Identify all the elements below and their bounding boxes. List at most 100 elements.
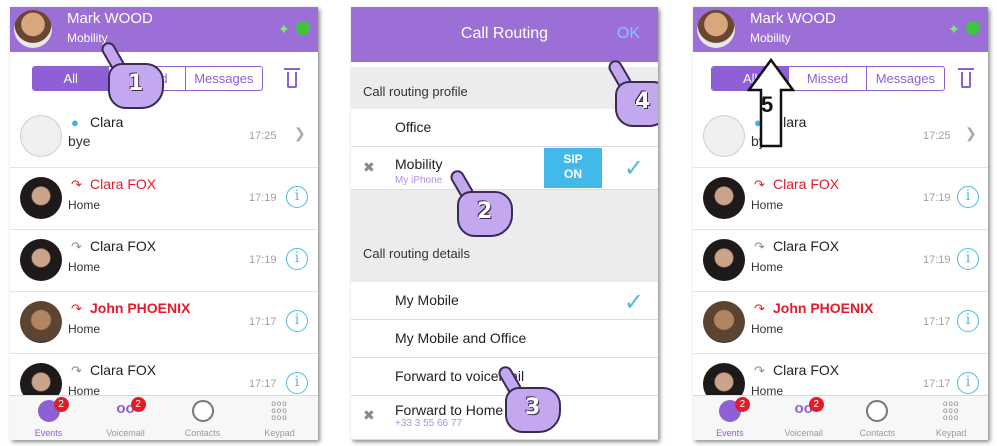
tabbar-voicemail[interactable]: oo 2 Voicemail <box>87 396 164 440</box>
routing-profile-label[interactable]: Mobility <box>750 31 791 45</box>
missed-call-icon: ↷ <box>71 301 82 316</box>
voicemail-badge: 2 <box>808 397 824 412</box>
tabbar-contacts[interactable]: Contacts <box>164 396 241 440</box>
step-5-arrow: 5 <box>747 58 795 148</box>
info-icon[interactable]: i <box>957 186 979 208</box>
contact-name: John PHOENIX <box>90 300 191 316</box>
contact-name: Clara <box>90 114 124 130</box>
call-icon: ↷ <box>754 363 765 378</box>
event-time: 17:17 <box>249 378 277 390</box>
info-icon[interactable]: i <box>286 248 308 270</box>
user-name: Mark WOOD <box>67 10 153 27</box>
tabbar-label: Voicemail <box>106 428 145 438</box>
option-label: Office <box>395 119 432 135</box>
tab-all[interactable]: All <box>33 67 110 90</box>
event-label: Home <box>68 322 101 336</box>
event-label: Home <box>751 198 784 212</box>
tap-hand-step-3: 3 <box>495 363 567 435</box>
event-label: Home <box>751 260 784 274</box>
tap-hand-step-4: 4 <box>605 57 658 129</box>
wifi-call-icon: ✦ <box>948 21 960 37</box>
contact-name: Clara FOX <box>773 238 840 254</box>
event-time: 17:19 <box>923 192 951 204</box>
tab-messages[interactable]: Messages <box>867 67 944 90</box>
wifi-call-icon: ✦ <box>278 21 290 37</box>
tabbar-events[interactable]: 2 Events <box>693 396 767 440</box>
page-title: Call Routing <box>460 25 549 42</box>
tab-messages[interactable]: Messages <box>186 67 262 90</box>
tabbar-voicemail[interactable]: oo 2 Voicemail <box>767 396 841 440</box>
event-time: 17:25 <box>249 130 277 142</box>
call-routing-header: Call Routing OK <box>351 7 658 62</box>
event-row[interactable]: ↷ Clara FOX Home 17:19 i <box>693 230 988 292</box>
call-icon: ↷ <box>754 239 765 254</box>
lock-status-icon <box>966 21 980 35</box>
tools-icon[interactable]: ✖ <box>363 407 375 424</box>
contact-name: Clara FOX <box>773 176 840 192</box>
event-label: Home <box>68 260 101 274</box>
contact-avatar <box>703 115 745 157</box>
tabbar-keypad[interactable]: ooo ooo ooo Keypad <box>914 396 988 440</box>
step-number: 1 <box>128 71 144 96</box>
tabbar-contacts[interactable]: Contacts <box>841 396 915 440</box>
tabbar-events[interactable]: 2 Events <box>10 396 87 440</box>
info-icon[interactable]: i <box>286 372 308 394</box>
contact-avatar <box>703 177 745 219</box>
tabbar-label: Contacts <box>859 428 896 438</box>
missed-call-icon: ↷ <box>71 177 82 192</box>
sip-status-badge[interactable]: SIP ON <box>544 148 602 188</box>
tap-hand-step-2: 2 <box>447 167 519 239</box>
message-bubble-icon: ● <box>71 115 79 130</box>
tabbar-keypad[interactable]: ooo ooo ooo Keypad <box>241 396 318 440</box>
event-time: 17:19 <box>249 254 277 266</box>
checkmark-icon: ✓ <box>623 155 644 182</box>
info-icon[interactable]: i <box>957 310 979 332</box>
user-avatar <box>697 10 735 48</box>
event-time: 17:19 <box>923 254 951 266</box>
events-badge: 2 <box>734 397 750 412</box>
info-icon[interactable]: i <box>286 310 308 332</box>
checkmark-icon: ✓ <box>623 289 644 316</box>
events-badge: 2 <box>53 397 69 412</box>
detail-option-my-mobile[interactable]: My Mobile ✓ <box>351 282 658 320</box>
missed-call-icon: ↷ <box>754 177 765 192</box>
chevron-right-icon[interactable]: ❯ <box>294 125 306 142</box>
info-icon[interactable]: i <box>286 186 308 208</box>
call-icon: ↷ <box>71 239 82 254</box>
contact-avatar <box>20 301 62 343</box>
events-screen-after: Mark WOOD Mobility ✦ All Missed Messages… <box>693 7 988 440</box>
event-row[interactable]: ● Clara bye 17:25 ❯ <box>10 106 318 168</box>
trash-icon[interactable] <box>284 65 300 89</box>
keypad-icon: ooo ooo ooo <box>271 399 288 422</box>
tabbar-label: Contacts <box>184 428 221 438</box>
tabbar-label: Events <box>716 428 744 438</box>
option-sublabel: My iPhone <box>395 175 443 186</box>
lock-status-icon <box>296 21 310 35</box>
info-icon[interactable]: i <box>957 248 979 270</box>
contact-name: Clara FOX <box>773 362 840 378</box>
tabbar-label: Keypad <box>264 428 295 438</box>
event-row[interactable]: ↷ John PHOENIX Home 17:17 i <box>10 292 318 354</box>
contacts-icon <box>866 400 889 422</box>
tab-missed[interactable]: Missed <box>789 67 867 90</box>
chevron-right-icon[interactable]: ❯ <box>965 125 977 142</box>
event-row[interactable]: ↷ John PHOENIX Home 17:17 i <box>693 292 988 354</box>
step-number: 3 <box>525 395 541 420</box>
event-time: 17:17 <box>923 316 951 328</box>
trash-icon[interactable] <box>958 65 974 89</box>
detail-option-mobile-and-office[interactable]: My Mobile and Office <box>351 320 658 358</box>
profile-header[interactable]: Mark WOOD Mobility ✦ <box>693 7 988 52</box>
event-row[interactable]: ↷ Clara FOX Home 17:19 i <box>693 168 988 230</box>
step-number: 5 <box>761 92 773 117</box>
events-screen-before: Mark WOOD Mobility ✦ All Missed Messages… <box>10 7 318 440</box>
event-row[interactable]: ↷ Clara FOX Home 17:19 i <box>10 168 318 230</box>
contact-avatar <box>20 239 62 281</box>
event-row[interactable]: ● Clara bye 17:25 ❯ <box>693 106 988 168</box>
option-sublabel: +33 3 55 66 77 <box>395 418 463 429</box>
step-number: 2 <box>477 199 493 224</box>
contact-name: Clara FOX <box>90 238 157 254</box>
ok-button[interactable]: OK <box>617 25 640 43</box>
event-row[interactable]: ↷ Clara FOX Home 17:19 i <box>10 230 318 292</box>
info-icon[interactable]: i <box>957 372 979 394</box>
tools-icon[interactable]: ✖ <box>363 159 375 176</box>
